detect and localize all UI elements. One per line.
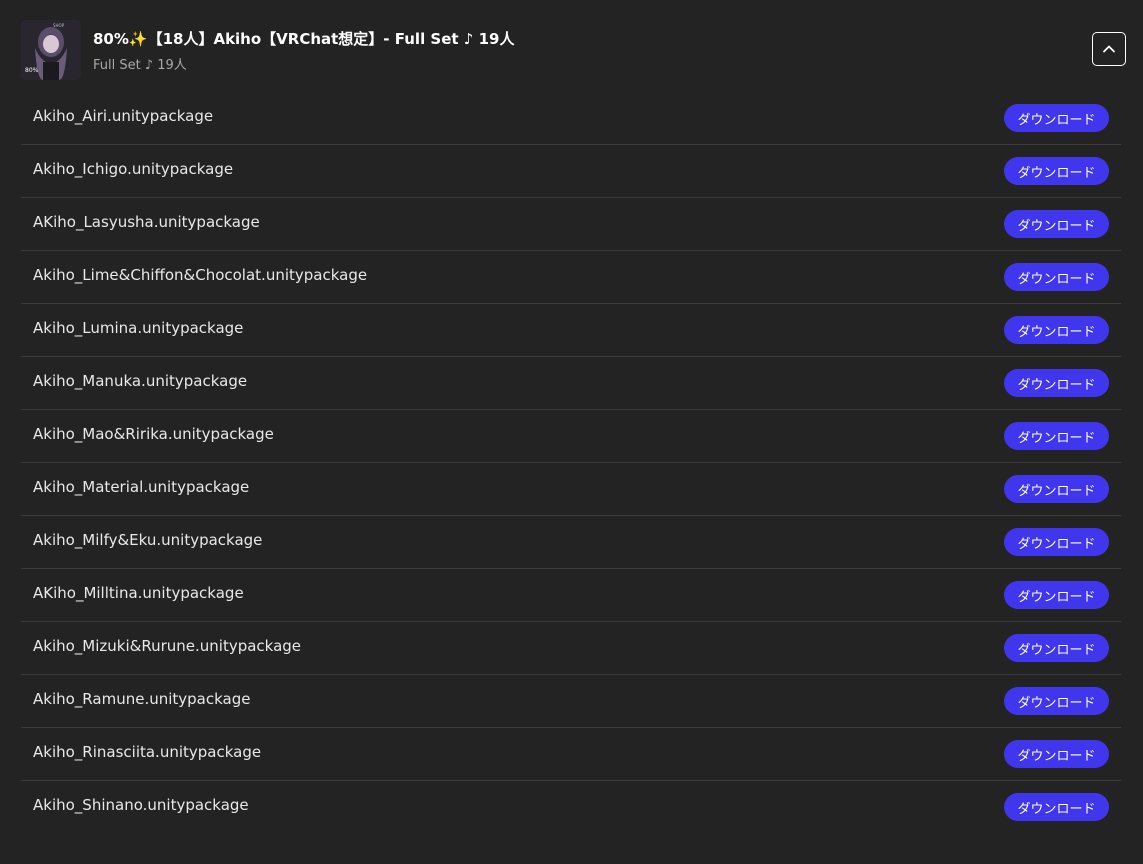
product-header: 80% SHOP 80%✨【18人】Akiho【VRChat想定】- Full … (21, 20, 1126, 80)
file-name: AKiho_Milltina.unitypackage (33, 584, 244, 602)
product-thumbnail: 80% SHOP (21, 20, 81, 80)
file-row: Akiho_Rinasciita.unitypackage ダウンロード (21, 728, 1121, 781)
download-button[interactable]: ダウンロード (1004, 157, 1109, 185)
download-panel: 80% SHOP 80%✨【18人】Akiho【VRChat想定】- Full … (0, 0, 1143, 864)
download-button[interactable]: ダウンロード (1004, 740, 1109, 768)
file-row: Akiho_Ichigo.unitypackage ダウンロード (21, 145, 1121, 198)
file-row: Akiho_Ramune.unitypackage ダウンロード (21, 675, 1121, 728)
download-button[interactable]: ダウンロード (1004, 210, 1109, 238)
file-row: Akiho_Mao&Ririka.unitypackage ダウンロード (21, 410, 1121, 463)
download-button[interactable]: ダウンロード (1004, 634, 1109, 662)
file-name: Akiho_Lumina.unitypackage (33, 319, 244, 337)
svg-text:80%: 80% (25, 67, 39, 74)
download-button[interactable]: ダウンロード (1004, 104, 1109, 132)
download-button[interactable]: ダウンロード (1004, 316, 1109, 344)
download-button[interactable]: ダウンロード (1004, 528, 1109, 556)
file-name: Akiho_Milfy&Eku.unitypackage (33, 531, 263, 549)
file-name: Akiho_Ramune.unitypackage (33, 690, 251, 708)
file-name: Akiho_Material.unitypackage (33, 478, 250, 496)
collapse-button[interactable] (1092, 32, 1126, 66)
file-row: AKiho_Milltina.unitypackage ダウンロード (21, 569, 1121, 622)
download-button[interactable]: ダウンロード (1004, 793, 1109, 821)
file-name: Akiho_Mizuki&Rurune.unitypackage (33, 637, 302, 655)
download-button[interactable]: ダウンロード (1004, 475, 1109, 503)
product-subtitle: Full Set ♪ 19人 (93, 58, 187, 73)
file-name: Akiho_Rinasciita.unitypackage (33, 743, 262, 761)
chevron-up-icon (1103, 45, 1115, 53)
file-list: Akiho_Airi.unitypackage ダウンロード Akiho_Ichig… (21, 92, 1121, 834)
file-name: Akiho_Mao&Ririka.unitypackage (33, 425, 274, 443)
file-name: AKiho_Lasyusha.unitypackage (33, 213, 260, 231)
download-button[interactable]: ダウンロード (1004, 422, 1109, 450)
file-name: Akiho_Manuka.unitypackage (33, 372, 248, 390)
download-button[interactable]: ダウンロード (1004, 369, 1109, 397)
file-row: Akiho_Material.unitypackage ダウンロード (21, 463, 1121, 516)
file-name: Akiho_Lime&Chiffon&Chocolat.unitypackage (33, 266, 368, 284)
file-row: Akiho_Airi.unitypackage ダウンロード (21, 92, 1121, 145)
download-button[interactable]: ダウンロード (1004, 263, 1109, 291)
file-row: Akiho_Shinano.unitypackage ダウンロード (21, 781, 1121, 834)
file-row: Akiho_Manuka.unitypackage ダウンロード (21, 357, 1121, 410)
download-button[interactable]: ダウンロード (1004, 581, 1109, 609)
file-name: Akiho_Ichigo.unitypackage (33, 160, 234, 178)
file-name: Akiho_Airi.unitypackage (33, 107, 214, 125)
download-button[interactable]: ダウンロード (1004, 687, 1109, 715)
file-row: Akiho_Mizuki&Rurune.unitypackage ダウンロード (21, 622, 1121, 675)
file-name: Akiho_Shinano.unitypackage (33, 796, 249, 814)
file-row: Akiho_Milfy&Eku.unitypackage ダウンロード (21, 516, 1121, 569)
file-row: Akiho_Lime&Chiffon&Chocolat.unitypackage… (21, 251, 1121, 304)
file-row: AKiho_Lasyusha.unitypackage ダウンロード (21, 198, 1121, 251)
product-title: 80%✨【18人】Akiho【VRChat想定】- Full Set ♪ 19人 (93, 30, 515, 48)
svg-text:SHOP: SHOP (53, 23, 65, 28)
file-row: Akiho_Lumina.unitypackage ダウンロード (21, 304, 1121, 357)
